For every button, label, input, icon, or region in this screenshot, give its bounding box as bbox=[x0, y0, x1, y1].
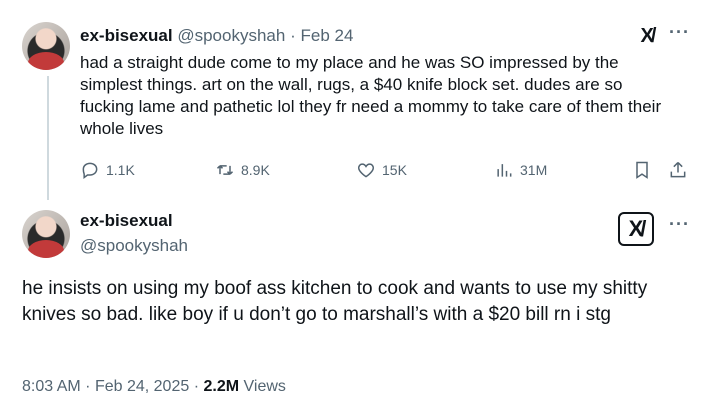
post-header: ex-bisexual @spookyshah · Feb 24 bbox=[80, 26, 353, 46]
post-date[interactable]: Feb 24, 2025 bbox=[95, 378, 189, 395]
views-count: 2.2M bbox=[203, 378, 240, 395]
views-button[interactable]: 31M bbox=[494, 160, 547, 180]
avatar[interactable] bbox=[22, 22, 70, 70]
share-icon bbox=[670, 161, 686, 178]
post-meta: 8:03 AM · Feb 24, 2025 · 2.2M Views bbox=[22, 378, 286, 396]
separator: · bbox=[290, 26, 296, 45]
post-time[interactable]: 8:03 AM bbox=[22, 378, 81, 395]
grok-icon[interactable]: X/ bbox=[618, 212, 654, 246]
avatar[interactable] bbox=[22, 210, 70, 258]
more-icon[interactable]: ··· bbox=[669, 214, 690, 235]
views-icon bbox=[497, 164, 512, 177]
grok-icon[interactable]: X/ bbox=[636, 25, 658, 47]
bookmark-icon bbox=[636, 161, 648, 179]
post-text: he insists on using my boof ass kitchen … bbox=[22, 278, 648, 325]
display-name[interactable]: ex-bisexual bbox=[80, 211, 173, 231]
display-name[interactable]: ex-bisexual bbox=[80, 26, 173, 45]
bookmark-button[interactable] bbox=[632, 160, 652, 180]
separator: · bbox=[193, 378, 200, 395]
reply-icon bbox=[82, 162, 98, 179]
action-bar: 1.1K 8.9K 15K 31M bbox=[80, 160, 692, 184]
repost-button[interactable]: 8.9K bbox=[215, 160, 270, 180]
repost-count: 8.9K bbox=[241, 162, 270, 178]
share-button[interactable] bbox=[668, 160, 688, 180]
heart-icon bbox=[357, 163, 375, 178]
reply-count: 1.1K bbox=[106, 162, 135, 178]
separator: · bbox=[85, 378, 91, 395]
repost-icon bbox=[216, 165, 234, 175]
handle[interactable]: @spookyshah bbox=[177, 26, 285, 45]
thread-line bbox=[47, 76, 49, 200]
more-icon[interactable]: ··· bbox=[669, 22, 690, 43]
post-date[interactable]: Feb 24 bbox=[300, 26, 353, 45]
view-count: 31M bbox=[520, 162, 548, 178]
handle[interactable]: @spookyshah bbox=[80, 236, 188, 256]
like-button[interactable]: 15K bbox=[356, 160, 407, 180]
views-label: Views bbox=[243, 378, 286, 395]
like-count: 15K bbox=[382, 162, 407, 178]
post-text: had a straight dude come to my place and… bbox=[80, 53, 662, 138]
reply-button[interactable]: 1.1K bbox=[80, 160, 135, 180]
